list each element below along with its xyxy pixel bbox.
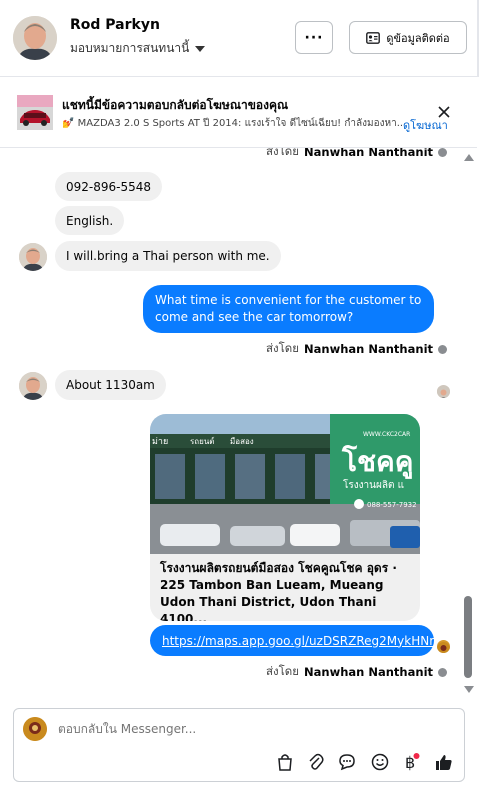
location-card-text: โรงงานผลิตรถยนต์มือสอง โชคคูณโชค อุดร · … [160,561,397,621]
contact-avatar[interactable] [13,16,57,60]
incoming-message[interactable]: 092-896-5548 [55,172,163,201]
close-icon[interactable] [436,104,452,120]
message-text: I will.bring a Thai person with me. [66,249,270,263]
help-icon[interactable] [438,344,448,354]
message-text: English. [66,213,114,228]
more-options-button[interactable]: ··· [295,21,333,54]
agent-seen-avatar [437,640,450,653]
incoming-message[interactable]: English. [55,206,125,235]
thumbs-up-icon[interactable] [433,751,455,773]
sign-left-text-1: รถยนต์ [190,436,215,446]
seen-receipt-avatar [437,385,450,398]
reply-composer: ฿ [13,708,465,782]
outgoing-link-message[interactable]: https://maps.app.goo.gl/uzDSRZReg2MykHNr… [150,625,442,656]
sign-edge-text: ม่าย [152,437,168,447]
baht-icon[interactable]: ฿ [400,751,422,773]
conversation-header: Rod Parkyn มอบหมายการสนทนานี้ ··· ดูข้อม… [0,0,479,77]
sent-by-prefix: ส่งโดย [266,341,300,355]
contact-info-label: ดูข้อมูลติดต่อ [386,31,450,45]
scroll-up-arrow-icon[interactable] [464,154,474,161]
page-avatar [23,717,47,741]
sign-site-text: WWW.CKC2CAR [363,431,410,438]
sent-by-label: ส่งโดย Nanwhan Nanthanit [266,663,448,681]
bag-icon[interactable] [274,751,296,773]
sent-by-name: Nanwhan Nanthanit [304,342,434,356]
sign-brand-text: โชคคู [341,444,414,479]
contact-name[interactable]: Rod Parkyn [70,17,160,33]
ad-banner-subtitle: 💅 MAZDA3 2.0 S Sports AT ปี 2014: แรงเร้… [62,118,402,129]
scrollbar-thumb[interactable] [464,596,472,678]
message-text: What time is convenient for the customer… [155,293,422,324]
view-contact-info-button[interactable]: ดูข้อมูลติดต่อ [349,21,467,54]
emoji-icon[interactable] [369,751,391,773]
help-icon[interactable] [438,148,448,157]
ad-thumbnail[interactable] [17,95,53,130]
sent-by-name: Nanwhan Nanthanit [304,665,434,679]
chat-scrollbar[interactable] [461,148,477,706]
contact-card-icon [366,31,381,44]
incoming-message[interactable]: I will.bring a Thai person with me. [55,241,281,271]
paperclip-icon[interactable] [305,751,327,773]
reply-input[interactable] [58,722,438,736]
location-photo: ม่าย รถยนต์ มือสอง WWW.CKC2CAR โชคคู โรง… [150,414,420,554]
message-text: 092-896-5548 [66,179,152,194]
sent-by-prefix: ส่งโดย [266,148,300,158]
map-link[interactable]: https://maps.app.goo.gl/uzDSRZReg2MykHNr… [162,634,442,648]
location-card[interactable]: ม่าย รถยนต์ มือสอง WWW.CKC2CAR โชคคู โรง… [150,414,420,621]
message-text: About 1130am [66,378,155,392]
speech-bubble-icon[interactable] [336,751,358,773]
incoming-message[interactable]: About 1130am [55,370,166,400]
sent-by-name: Nanwhan Nanthanit [304,148,434,159]
message-thread[interactable]: ส่งโดย Nanwhan Nanthanit 092-896-5548 En… [0,148,460,706]
caret-down-icon [195,45,206,52]
sent-by-label: ส่งโดย Nanwhan Nanthanit [266,148,448,161]
ad-reply-banner: แชทนี้มีข้อความตอบกลับต่อโฆษณาของคุณ 💅 M… [0,77,477,148]
help-icon[interactable] [438,667,448,677]
assign-conversation-dropdown[interactable]: มอบหมายการสนทนานี้ [70,39,206,58]
sign-phone-text: 088-557-7932 [367,501,417,509]
outgoing-message[interactable]: What time is convenient for the customer… [143,285,434,333]
sent-by-prefix: ส่งโดย [266,664,300,678]
sign-left-text-2: มือสอง [230,437,254,446]
more-label: ··· [304,29,324,46]
assign-label: มอบหมายการสนทนานี้ [70,41,190,55]
ad-banner-title: แชทนี้มีข้อความตอบกลับต่อโฆษณาของคุณ [62,98,289,112]
scroll-down-arrow-icon[interactable] [464,686,474,693]
sent-by-label: ส่งโดย Nanwhan Nanthanit [266,340,448,358]
sender-avatar [19,372,47,400]
sign-sub-text: โรงงานผลิต แ [343,478,404,491]
sender-avatar [19,243,47,271]
